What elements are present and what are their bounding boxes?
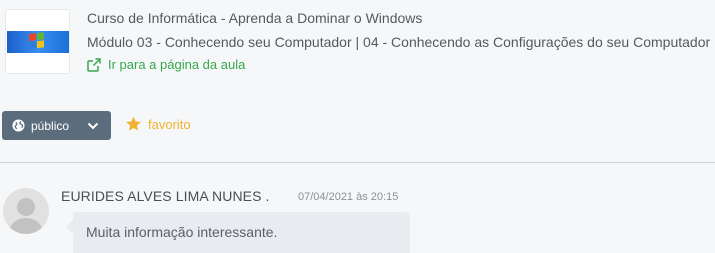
user-placeholder-icon	[9, 198, 43, 234]
avatar	[3, 188, 49, 234]
external-link-icon	[87, 57, 101, 72]
comment-text: Muita informação interessante.	[86, 224, 278, 240]
lesson-page-link-label: Ir para a página da aula	[108, 57, 246, 72]
divider	[0, 162, 715, 163]
lesson-page-link[interactable]: Ir para a página da aula	[87, 57, 245, 72]
comment-bubble: Muita informação interessante.	[66, 212, 410, 253]
windows-logo-icon	[6, 30, 69, 53]
course-module: Módulo 03 - Conhecendo seu Computador | …	[87, 34, 711, 50]
comment-date: 07/04/2021 às 20:15	[298, 191, 399, 203]
globe-icon	[12, 119, 25, 132]
visibility-label: público	[31, 118, 70, 133]
visibility-dropdown[interactable]: público	[2, 111, 111, 140]
lesson-comment-panel: Curso de Informática - Aprenda a Dominar…	[0, 0, 715, 253]
course-title: Curso de Informática - Aprenda a Dominar…	[87, 10, 423, 26]
star-icon	[126, 116, 141, 131]
course-thumbnail[interactable]	[5, 9, 70, 74]
comment-author: EURIDES ALVES LIMA NUNES .	[61, 188, 270, 204]
favorite-button[interactable]: favorito	[125, 116, 191, 132]
chevron-down-icon	[87, 122, 99, 129]
favorite-label: favorito	[148, 116, 191, 132]
